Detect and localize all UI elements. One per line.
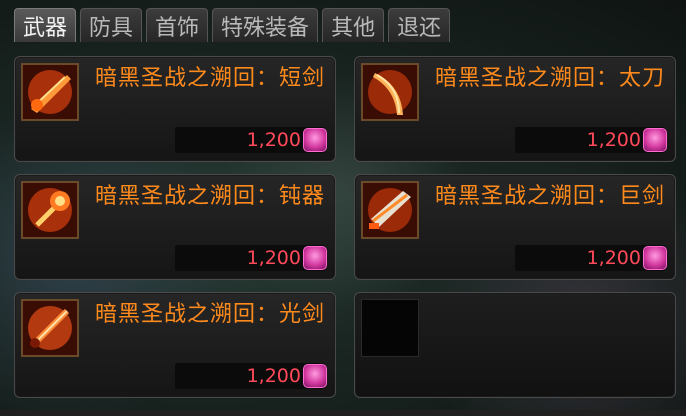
- item-price: 1,200: [586, 129, 641, 151]
- currency-icon: [643, 246, 667, 270]
- shop-item-card[interactable]: 暗黑圣战之溯回：巨剑 1,200: [354, 174, 676, 280]
- item-price: 1,200: [246, 247, 301, 269]
- shop-item-card[interactable]: 暗黑圣战之溯回：太刀 1,200: [354, 56, 676, 162]
- lightsaber-icon: [21, 299, 79, 357]
- katana-icon: [361, 63, 419, 121]
- shop-item-card[interactable]: 暗黑圣战之溯回：光剑 1,200: [14, 292, 336, 398]
- item-name: 暗黑圣战之溯回：短剑: [95, 66, 326, 91]
- great-sword-icon: [361, 181, 419, 239]
- tab-weapons[interactable]: 武器: [14, 8, 77, 42]
- blunt-weapon-icon: [21, 181, 79, 239]
- item-name: 暗黑圣战之溯回：太刀: [435, 66, 666, 91]
- tab-special-equipment[interactable]: 特殊装备: [212, 8, 319, 42]
- empty-slot: [361, 299, 419, 357]
- item-name: 暗黑圣战之溯回：钝器: [95, 184, 326, 209]
- category-tabs: 武器 防具 首饰 特殊装备 其他 退还: [0, 0, 686, 46]
- tab-others[interactable]: 其他: [322, 8, 385, 42]
- currency-icon: [643, 128, 667, 152]
- currency-icon: [303, 364, 327, 388]
- item-name: 暗黑圣战之溯回：巨剑: [435, 184, 666, 209]
- empty-item-card: [354, 292, 676, 398]
- item-price: 1,200: [246, 129, 301, 151]
- next-row-edge: [0, 410, 686, 416]
- tab-accessories[interactable]: 首饰: [146, 8, 209, 42]
- tab-refund[interactable]: 退还: [388, 8, 451, 42]
- short-sword-icon: [21, 63, 79, 121]
- currency-icon: [303, 246, 327, 270]
- shop-item-card[interactable]: 暗黑圣战之溯回：短剑 1,200: [14, 56, 336, 162]
- currency-icon: [303, 128, 327, 152]
- tab-armor[interactable]: 防具: [80, 8, 143, 42]
- item-price: 1,200: [246, 365, 301, 387]
- item-price: 1,200: [586, 247, 641, 269]
- shop-item-card[interactable]: 暗黑圣战之溯回：钝器 1,200: [14, 174, 336, 280]
- item-name: 暗黑圣战之溯回：光剑: [95, 302, 326, 327]
